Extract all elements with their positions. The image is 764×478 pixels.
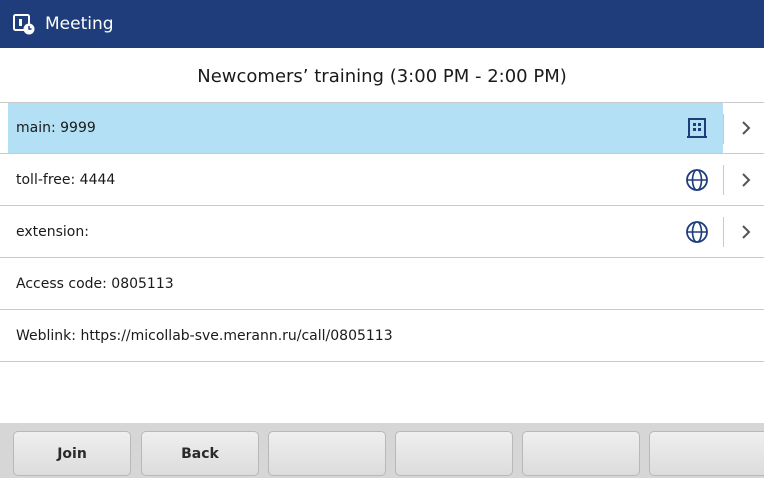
meeting-details-list: main: 9999 toll-free: 4444 extension: Ac… bbox=[0, 102, 764, 362]
list-item-main[interactable]: main: 9999 bbox=[0, 102, 764, 154]
dial-label: extension: bbox=[16, 223, 89, 240]
dial-option-extension[interactable]: extension: bbox=[8, 206, 723, 257]
softkey-bar: Join Back bbox=[0, 423, 764, 478]
list-item-access-code: Access code: 0805113 bbox=[0, 258, 764, 310]
globe-icon bbox=[685, 168, 709, 192]
list-item-weblink: Weblink: https://micollab-sve.merann.ru/… bbox=[0, 310, 764, 362]
dial-label: toll-free: 4444 bbox=[16, 171, 116, 188]
dial-option-main[interactable]: main: 9999 bbox=[8, 103, 723, 153]
chevron-right-icon[interactable] bbox=[735, 103, 757, 153]
softkey-empty-3[interactable] bbox=[268, 431, 386, 476]
meeting-title: Newcomers’ training (3:00 PM - 2:00 PM) bbox=[197, 65, 567, 87]
chevron-right-icon[interactable] bbox=[735, 154, 757, 205]
chevron-right-icon[interactable] bbox=[735, 206, 757, 257]
title-bar: Meeting bbox=[0, 0, 764, 48]
dial-option-toll-free[interactable]: toll-free: 4444 bbox=[8, 154, 723, 205]
join-button[interactable]: Join bbox=[13, 431, 131, 476]
row-divider bbox=[723, 165, 724, 195]
list-item-toll-free[interactable]: toll-free: 4444 bbox=[0, 154, 764, 206]
softkey-empty-5[interactable] bbox=[522, 431, 640, 476]
access-code-text: Access code: 0805113 bbox=[16, 275, 174, 292]
softkey-empty-6[interactable] bbox=[649, 431, 764, 476]
globe-icon bbox=[685, 220, 709, 244]
softkey-empty-4[interactable] bbox=[395, 431, 513, 476]
back-button[interactable]: Back bbox=[141, 431, 259, 476]
meeting-clock-icon bbox=[13, 12, 37, 36]
row-divider bbox=[723, 217, 724, 247]
row-divider bbox=[723, 114, 724, 144]
dial-label: main: 9999 bbox=[16, 120, 96, 136]
window-title: Meeting bbox=[45, 14, 114, 34]
list-item-extension[interactable]: extension: bbox=[0, 206, 764, 258]
building-icon bbox=[685, 116, 709, 140]
weblink-text: Weblink: https://micollab-sve.merann.ru/… bbox=[16, 327, 393, 344]
